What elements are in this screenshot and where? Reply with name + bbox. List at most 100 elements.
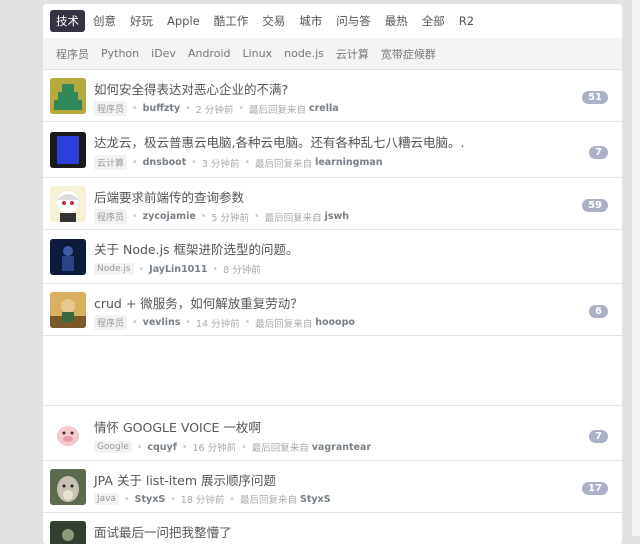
subtab-nodejs[interactable]: node.js <box>278 47 330 60</box>
topic-title[interactable]: crud + 微服务，如何解放重复劳动？ <box>94 293 303 312</box>
last-replier-link[interactable]: hooopo <box>315 317 355 328</box>
subtab-python[interactable]: Python <box>95 47 145 60</box>
node-badge[interactable]: Google <box>94 441 132 453</box>
separator-dot: • <box>132 317 138 328</box>
author-link[interactable]: zycojamie <box>143 211 196 222</box>
avatar[interactable] <box>50 292 86 328</box>
last-reply-label: 最后回复来自 <box>248 104 306 116</box>
topic-title[interactable]: JPA 关于 list-item 展示顺序问题 <box>94 470 276 489</box>
subtab-broadband[interactable]: 宽带症候群 <box>375 46 442 62</box>
topic-row: 达龙云，极云普惠云电脑,各种云电脑。还有各种乱七八糟云电脑。. 云计算 • dn… <box>43 122 622 178</box>
topic-row: 如何安全得表达对恶心企业的不满? 程序员 • buffzty • 2 分钟前 •… <box>43 70 622 122</box>
post-time: 8 分钟前 <box>223 265 261 276</box>
tab-jobs[interactable]: 酷工作 <box>208 10 255 32</box>
separator-dot: • <box>191 157 197 168</box>
author-link[interactable]: StyxS <box>135 494 166 505</box>
separator-dot: • <box>238 103 244 114</box>
topic-title[interactable]: 关于 Node.js 框架进阶选型的问题。 <box>94 239 299 258</box>
separator-dot: • <box>124 493 130 505</box>
tab-city[interactable]: 城市 <box>293 10 328 32</box>
author-link[interactable]: JayLin1011 <box>149 264 207 275</box>
author-link[interactable]: dnsboot <box>143 157 187 168</box>
post-time: 2 分钟前 <box>195 104 234 116</box>
tab-deals[interactable]: 交易 <box>256 10 291 32</box>
author-link[interactable]: buffzty <box>143 103 181 114</box>
reply-count-badge[interactable]: 7 <box>589 430 608 443</box>
node-tabs: 程序员 Python iDev Android Linux node.js 云计… <box>43 38 622 70</box>
avatar[interactable] <box>50 132 86 168</box>
separator-dot: • <box>212 263 219 275</box>
reply-count-badge[interactable]: 6 <box>589 305 608 318</box>
avatar[interactable] <box>50 416 86 452</box>
tab-hot[interactable]: 最热 <box>379 10 414 32</box>
separator-dot: • <box>244 157 251 168</box>
topic-title[interactable]: 后端要求前端传的查询参数 <box>94 187 244 206</box>
topic-title[interactable]: 面试最后一问把我整懵了 <box>94 522 232 541</box>
topic-title[interactable]: 如何安全得表达对恶心企业的不满? <box>94 79 288 98</box>
reply-count-badge[interactable]: 59 <box>582 199 608 212</box>
tab-tech[interactable]: 技术 <box>50 10 85 32</box>
last-reply-label: 最后回复来自 <box>240 495 298 506</box>
post-time: 16 分钟前 <box>192 443 237 454</box>
separator-dot: • <box>132 157 138 168</box>
separator-dot: • <box>200 211 207 222</box>
node-badge[interactable]: Java <box>94 493 120 505</box>
page-background: 技术 创意 好玩 Apple 酷工作 交易 城市 问与答 最热 全部 R2 程序… <box>0 0 640 544</box>
topic-title[interactable]: 情怀 GOOGLE VOICE 一枚啊 <box>94 417 261 436</box>
node-badge[interactable]: 程序员 <box>94 101 128 116</box>
subtab-cloud[interactable]: 云计算 <box>330 46 375 62</box>
avatar[interactable] <box>50 521 86 544</box>
category-tabs: 技术 创意 好玩 Apple 酷工作 交易 城市 问与答 最热 全部 R2 <box>43 4 622 38</box>
last-reply-label: 最后回复来自 <box>264 212 322 224</box>
subtab-idev[interactable]: iDev <box>145 47 182 60</box>
last-replier-link[interactable]: vagrantear <box>312 442 371 453</box>
node-badge[interactable]: Node.js <box>94 263 134 275</box>
tab-apple[interactable]: Apple <box>161 11 206 31</box>
post-time: 14 分钟前 <box>196 318 240 330</box>
topic-row: 情怀 GOOGLE VOICE 一枚啊 Google • cquyf • 16 … <box>43 407 622 461</box>
topic-title[interactable]: 达龙云，极云普惠云电脑,各种云电脑。还有各种乱七八糟云电脑。. <box>94 132 464 151</box>
tab-qna[interactable]: 问与答 <box>330 10 377 32</box>
tab-all[interactable]: 全部 <box>416 10 451 32</box>
last-replier-link[interactable]: crella <box>309 103 339 114</box>
separator-dot: • <box>185 317 191 328</box>
subtab-linux[interactable]: Linux <box>236 47 278 60</box>
topic-row: JPA 关于 list-item 展示顺序问题 Java • StyxS • 1… <box>43 461 622 513</box>
topic-row: crud + 微服务，如何解放重复劳动？ 程序员 • vevlins • 14 … <box>43 284 622 336</box>
avatar[interactable] <box>50 239 86 275</box>
reply-count-badge[interactable]: 51 <box>582 91 608 104</box>
avatar[interactable] <box>50 78 86 114</box>
tab-r2[interactable]: R2 <box>453 11 480 31</box>
separator-dot: • <box>132 211 138 222</box>
last-reply-label: 最后回复来自 <box>251 443 309 454</box>
topic-row: 后端要求前端传的查询参数 程序员 • zycojamie • 5 分钟前 • 最… <box>43 178 622 230</box>
topic-row: 面试最后一问把我整懵了 <box>43 513 622 544</box>
last-replier-link[interactable]: StyxS <box>300 494 331 505</box>
last-replier-link[interactable]: learningman <box>315 157 382 168</box>
node-badge[interactable]: 程序员 <box>94 209 128 224</box>
separator-dot: • <box>185 103 191 114</box>
right-strip <box>632 0 640 536</box>
reply-count-badge[interactable]: 17 <box>582 482 608 495</box>
separator-dot: • <box>170 493 176 505</box>
last-replier-link[interactable]: jswh <box>325 211 349 222</box>
separator-dot: • <box>181 441 188 453</box>
subtab-android[interactable]: Android <box>182 47 237 60</box>
post-time: 3 分钟前 <box>201 158 240 170</box>
blank-area <box>43 336 622 406</box>
avatar[interactable] <box>50 469 86 505</box>
reply-count-badge[interactable]: 7 <box>589 146 608 159</box>
separator-dot: • <box>244 317 251 328</box>
author-link[interactable]: cquyf <box>147 442 177 453</box>
tab-creative[interactable]: 创意 <box>87 10 122 32</box>
avatar[interactable] <box>50 186 86 222</box>
topic-row: 关于 Node.js 框架进阶选型的问题。 Node.js • JayLin10… <box>43 230 622 284</box>
separator-dot: • <box>229 493 235 505</box>
subtab-programmer[interactable]: 程序员 <box>50 46 95 62</box>
node-badge[interactable]: 程序员 <box>94 315 128 330</box>
separator-dot: • <box>132 103 138 114</box>
author-link[interactable]: vevlins <box>143 317 181 328</box>
topic-box: 技术 创意 好玩 Apple 酷工作 交易 城市 问与答 最热 全部 R2 程序… <box>43 4 622 544</box>
node-badge[interactable]: 云计算 <box>94 155 128 170</box>
tab-fun[interactable]: 好玩 <box>124 10 159 32</box>
